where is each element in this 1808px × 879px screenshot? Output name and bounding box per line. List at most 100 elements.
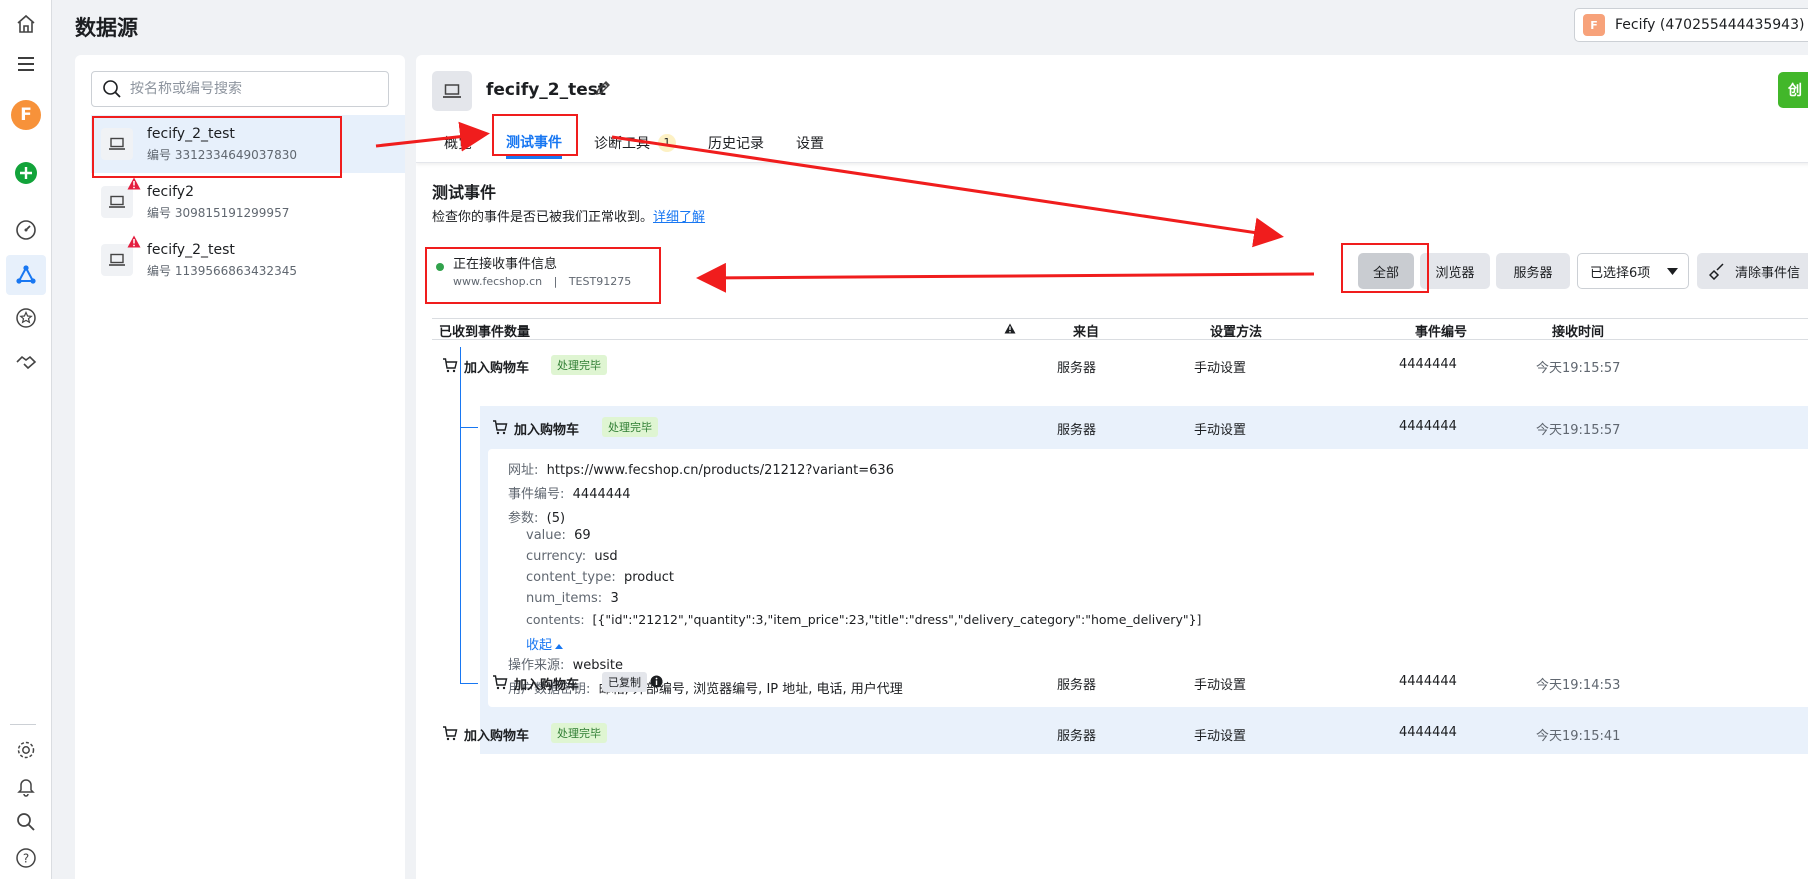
detail-key: 网址: bbox=[508, 463, 539, 478]
pencil-icon[interactable] bbox=[594, 79, 612, 101]
warning-icon bbox=[127, 235, 141, 248]
annotation-box-filter bbox=[1341, 243, 1429, 293]
source-name: fecify2 bbox=[147, 183, 195, 200]
detail-key: 参数: bbox=[508, 511, 539, 526]
source-name: fecify_2_test bbox=[147, 241, 235, 258]
event-name: 加入购物车 bbox=[464, 361, 530, 376]
detail-event-id: 事件编号: 4444444 bbox=[508, 483, 631, 502]
param-key: content_type: bbox=[526, 570, 616, 585]
bell-icon[interactable] bbox=[10, 770, 42, 802]
param-row: value: 69 bbox=[526, 528, 591, 543]
graph-icon[interactable] bbox=[6, 255, 46, 295]
home-icon[interactable] bbox=[10, 8, 42, 40]
star-icon[interactable] bbox=[10, 302, 42, 334]
account-selector[interactable]: F Fecify (470255444435943) bbox=[1574, 8, 1808, 42]
page-title: 数据源 bbox=[75, 16, 138, 40]
tab-diagnostics[interactable]: 诊断工具 1 bbox=[594, 127, 676, 159]
cart-icon bbox=[493, 420, 508, 435]
param-key: num_items: bbox=[526, 591, 603, 606]
event-time: 今天19:15:57 bbox=[1536, 423, 1621, 438]
detail-params: 参数: (5) bbox=[508, 507, 565, 526]
tree-line bbox=[460, 427, 478, 428]
account-avatar: F bbox=[1583, 14, 1605, 36]
handshake-icon[interactable] bbox=[10, 346, 42, 378]
event-type-dropdown[interactable]: 已选择6项 bbox=[1577, 253, 1689, 289]
broom-icon bbox=[1709, 263, 1724, 280]
param-row: currency: usd bbox=[526, 549, 618, 564]
source-item[interactable]: fecify_2_test 编号 1139566863432345 bbox=[91, 231, 405, 289]
header-method: 设置方法 bbox=[1210, 325, 1263, 340]
header-time: 接收时间 bbox=[1552, 325, 1605, 340]
dashboard-icon[interactable] bbox=[10, 214, 42, 246]
header-count: 已收到事件数量 bbox=[439, 325, 531, 340]
search-icon[interactable] bbox=[10, 806, 42, 838]
filter-server-button[interactable]: 服务器 bbox=[1496, 253, 1570, 289]
gear-icon[interactable] bbox=[10, 734, 42, 766]
laptop-icon bbox=[432, 71, 472, 111]
table-row[interactable]: 加入购物车 已复制 服务器 手动设置 4444444 今天19:14:53 bbox=[480, 661, 1808, 705]
event-name: 加入购物车 bbox=[514, 678, 580, 693]
detail-value: https://www.fecshop.cn/products/21212?va… bbox=[546, 463, 894, 478]
events-table-header: 已收到事件数量 来自 设置方法 事件编号 接收时间 bbox=[432, 318, 1808, 340]
event-from: 服务器 bbox=[1057, 361, 1097, 376]
filter-browser-button[interactable]: 浏览器 bbox=[1420, 253, 1490, 289]
tree-line bbox=[460, 347, 461, 683]
event-name: 加入购物车 bbox=[514, 423, 580, 438]
caret-down-icon bbox=[1667, 268, 1678, 275]
rail-divider bbox=[10, 724, 36, 725]
tab-overview[interactable]: 概览 bbox=[444, 127, 472, 159]
cart-icon bbox=[443, 358, 458, 373]
annotation-box-tab bbox=[492, 114, 578, 156]
param-value: product bbox=[623, 570, 674, 585]
laptop-icon bbox=[101, 235, 141, 276]
event-name: 加入购物车 bbox=[464, 729, 530, 744]
event-time: 今天19:14:53 bbox=[1536, 678, 1621, 693]
event-from: 服务器 bbox=[1057, 423, 1097, 438]
section-description-text: 检查你的事件是否已被我们正常收到。 bbox=[432, 210, 654, 225]
source-title: fecify_2_test bbox=[486, 80, 607, 100]
param-row: contents: [{"id":"21212","quantity":3,"i… bbox=[526, 612, 1201, 627]
tree-line bbox=[460, 683, 478, 684]
menu-icon[interactable] bbox=[10, 48, 42, 80]
collapse-link[interactable]: 收起 bbox=[526, 634, 564, 653]
clear-events-button[interactable]: 清除事件信 bbox=[1697, 253, 1808, 289]
tab-history[interactable]: 历史记录 bbox=[708, 127, 764, 159]
event-time: 今天19:15:41 bbox=[1536, 729, 1621, 744]
event-type-selected: 已选择6项 bbox=[1590, 265, 1651, 281]
event-id: 4444444 bbox=[1399, 357, 1457, 372]
warning-icon bbox=[127, 177, 141, 190]
detail-value: 4444444 bbox=[572, 487, 631, 502]
clear-events-label: 清除事件信 bbox=[1735, 265, 1801, 281]
event-method: 手动设置 bbox=[1194, 678, 1247, 693]
add-icon[interactable] bbox=[10, 157, 42, 189]
source-detail-panel: fecify_2_test 创 概览 测试事件 诊断工具 1 历史记录 设置 测… bbox=[416, 55, 1808, 879]
table-row[interactable]: 加入购物车 处理完毕 服务器 手动设置 4444444 今天19:15:57 bbox=[416, 344, 1808, 388]
create-button[interactable]: 创 bbox=[1778, 72, 1808, 108]
event-time: 今天19:15:57 bbox=[1536, 361, 1621, 376]
source-id: 编号 1139566863432345 bbox=[147, 263, 297, 278]
caret-up-icon bbox=[555, 644, 564, 649]
tab-settings[interactable]: 设置 bbox=[796, 127, 824, 159]
learn-more-link[interactable]: 详细了解 bbox=[653, 210, 705, 225]
table-row[interactable]: 加入购物车 处理完毕 服务器 手动设置 4444444 今天19:15:41 bbox=[416, 712, 1808, 756]
search-icon bbox=[103, 80, 121, 98]
status-badge: 处理完毕 bbox=[602, 417, 658, 437]
header-from: 来自 bbox=[1073, 325, 1100, 340]
search-input[interactable] bbox=[130, 81, 370, 97]
event-id: 4444444 bbox=[1399, 725, 1457, 740]
account-label: Fecify (470255444435943) bbox=[1615, 17, 1805, 33]
cart-icon bbox=[443, 726, 458, 741]
avatar[interactable]: F bbox=[10, 99, 42, 131]
search-box[interactable] bbox=[91, 71, 389, 107]
laptop-icon bbox=[101, 177, 141, 218]
source-item[interactable]: fecify2 编号 309815191299957 bbox=[91, 173, 405, 231]
table-row[interactable]: 加入购物车 处理完毕 服务器 手动设置 4444444 今天19:15:57 bbox=[480, 406, 1808, 450]
param-value: 3 bbox=[610, 591, 619, 606]
help-icon[interactable]: ? bbox=[10, 842, 42, 874]
status-badge: 已复制 bbox=[602, 672, 647, 692]
info-icon[interactable] bbox=[650, 675, 663, 688]
param-value: 69 bbox=[574, 528, 591, 543]
status-badge: 处理完毕 bbox=[551, 723, 607, 743]
param-key: contents: bbox=[526, 612, 585, 627]
annotation-box-source bbox=[92, 116, 342, 178]
